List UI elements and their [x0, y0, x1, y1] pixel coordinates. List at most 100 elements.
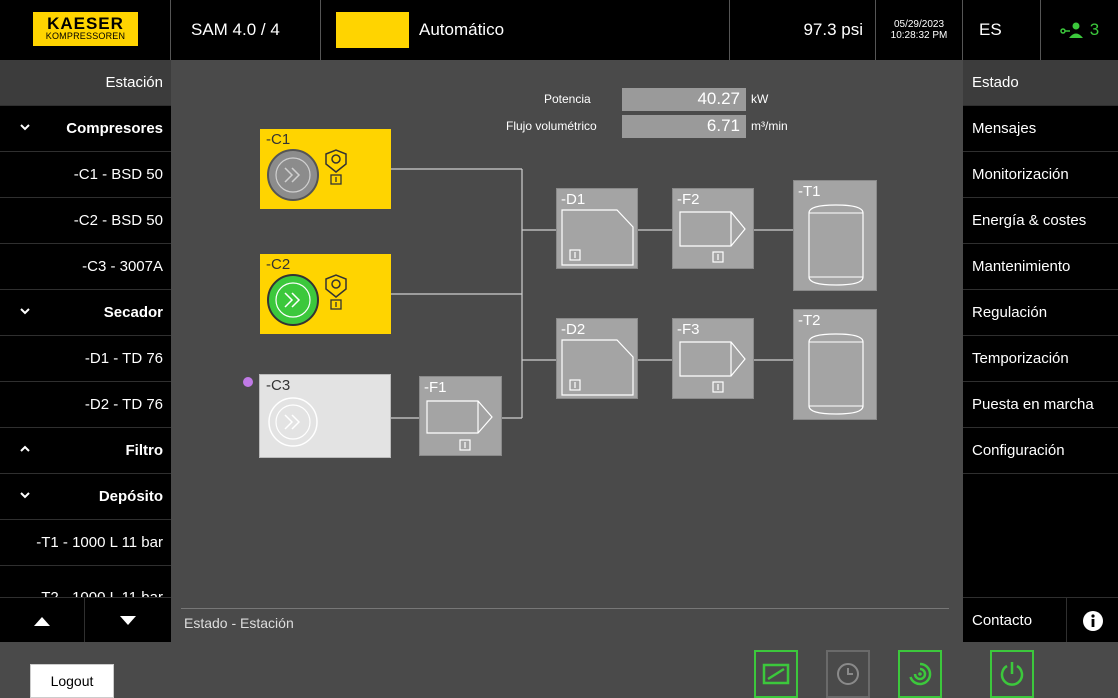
contact-row: Contacto: [963, 597, 1118, 643]
nav-item-c2[interactable]: -C2 - BSD 50: [0, 198, 171, 244]
filter-icon: [679, 211, 746, 263]
tank-icon: [808, 333, 864, 415]
nav-item-t2[interactable]: -T2 - 1000 L 11 bar: [0, 566, 171, 597]
info-icon: [1082, 610, 1103, 631]
filter-f3[interactable]: -F3: [672, 318, 754, 399]
dryer-tag: -D2: [561, 321, 586, 338]
nav-item-label: -C3 - 3007A: [82, 258, 163, 275]
menu-energia-costes[interactable]: Energía & costes: [963, 198, 1118, 244]
logout-button[interactable]: Logout: [30, 664, 114, 698]
dryer-tag: -D1: [561, 191, 586, 208]
nav-group-compressors[interactable]: Compresores: [0, 106, 171, 152]
chevron-down-icon: [20, 124, 30, 131]
tank-t2[interactable]: -T2: [793, 309, 877, 420]
scroll-up-button[interactable]: [0, 598, 85, 643]
system-cell: SAM 4.0 / 4: [171, 0, 321, 60]
station-diagram-panel: Potencia 40.27 kW Flujo volumétrico 6.71…: [171, 60, 963, 642]
nav-scroll-controls: [0, 597, 171, 643]
dryer-icon: [561, 339, 634, 396]
menu-puesta-en-marcha[interactable]: Puesta en marcha: [963, 382, 1118, 428]
top-bar: KAESER KOMPRESSOREN SAM 4.0 / 4 Automáti…: [0, 0, 1118, 60]
menu-configuracion[interactable]: Configuración: [963, 428, 1118, 474]
compressor-c3[interactable]: -C3: [259, 374, 391, 458]
remote-control-button[interactable]: [898, 650, 942, 698]
load-icon: [762, 663, 790, 685]
nav-item-t1[interactable]: -T1 - 1000 L 11 bar: [0, 520, 171, 566]
nav-item-label: -C2 - BSD 50: [73, 212, 163, 229]
scroll-down-button[interactable]: [85, 598, 170, 643]
contact-button[interactable]: Contacto: [963, 598, 1067, 643]
filter-f1[interactable]: -F1: [419, 376, 502, 456]
remote-icon: [909, 662, 932, 686]
menu-monitorizacion[interactable]: Monitorización: [963, 152, 1118, 198]
tank-t1[interactable]: -T1: [793, 180, 877, 291]
time: 10:28:32 PM: [890, 30, 948, 41]
compressor-c2[interactable]: -C2: [260, 254, 391, 334]
menu-temporizacion[interactable]: Temporización: [963, 336, 1118, 382]
nav-station-label: Estación: [105, 74, 163, 91]
users-cell[interactable]: 3: [1041, 0, 1118, 60]
left-sidebar: Estación Compresores -C1 - BSD 50 -C2 - …: [0, 60, 171, 643]
compressor-c1[interactable]: -C1: [260, 129, 391, 209]
nav-item-label: Compresores: [66, 120, 163, 137]
tank-icon: [808, 204, 864, 286]
status-divider: [181, 608, 949, 609]
menu-item-label: Mensajes: [972, 120, 1037, 137]
compressor-running-icon: [267, 274, 347, 326]
logo-line1: KAESER: [47, 14, 124, 33]
tank-tag: -T2: [798, 312, 821, 329]
language-selector: ES: [979, 20, 1002, 39]
logout-label: Logout: [50, 673, 94, 689]
filter-tag: -F1: [424, 379, 447, 396]
system-version: SAM 4.0 / 4: [191, 20, 280, 39]
nav-item-label: -T1 - 1000 L 11 bar: [36, 534, 163, 551]
filter-tag: -F3: [677, 321, 700, 338]
nav-station[interactable]: Estación: [0, 60, 171, 106]
power-button[interactable]: [990, 650, 1034, 698]
nav-item-c1[interactable]: -C1 - BSD 50: [0, 152, 171, 198]
system-pressure: 97.3 psi: [803, 20, 863, 39]
nav-item-label: Filtro: [125, 442, 164, 459]
filter-icon: [679, 341, 746, 393]
menu-item-label: Energía & costes: [972, 212, 1087, 229]
dryer-icon: [561, 209, 634, 266]
menu-estado[interactable]: Estado: [963, 60, 1118, 106]
nav-item-label: Secador: [103, 304, 163, 321]
nav-item-d1[interactable]: -D1 - TD 76: [0, 336, 171, 382]
menu-regulacion[interactable]: Regulación: [963, 290, 1118, 336]
right-sidebar: Estado Mensajes Monitorización Energía &…: [963, 60, 1118, 643]
filter-f2[interactable]: -F2: [672, 188, 754, 269]
timer-button[interactable]: [826, 650, 870, 698]
compressor-standby-icon: [267, 149, 347, 201]
nav-item-d2[interactable]: -D2 - TD 76: [0, 382, 171, 428]
nav-group-filters[interactable]: Filtro: [0, 428, 171, 474]
nav-item-label: Depósito: [98, 488, 163, 505]
dryer-d1[interactable]: -D1: [556, 188, 638, 269]
filter-icon: [426, 400, 493, 451]
info-button[interactable]: [1067, 598, 1118, 643]
triangle-up-icon: [34, 616, 50, 626]
menu-mensajes[interactable]: Mensajes: [963, 106, 1118, 152]
nav-group-dryers[interactable]: Secador: [0, 290, 171, 336]
dryer-d2[interactable]: -D2: [556, 318, 638, 399]
triangle-down-icon: [119, 615, 136, 625]
chevron-up-icon: [20, 445, 30, 452]
nav-item-label: -C1 - BSD 50: [73, 166, 163, 183]
mode-indicator: [336, 12, 409, 48]
nav-group-tanks[interactable]: Depósito: [0, 474, 171, 520]
mode-cell[interactable]: Automático: [321, 0, 730, 60]
language-cell[interactable]: ES: [963, 0, 1041, 60]
menu-item-label: Monitorización: [972, 166, 1069, 183]
logo-line2: KOMPRESSOREN: [45, 31, 126, 41]
logo-cell: KAESER KOMPRESSOREN: [0, 0, 171, 60]
chevron-down-icon: [20, 492, 30, 499]
menu-mantenimiento[interactable]: Mantenimiento: [963, 244, 1118, 290]
nav-item-c3[interactable]: -C3 - 3007A: [0, 244, 171, 290]
power-icon: [1000, 662, 1024, 686]
user-count: 3: [1089, 20, 1100, 39]
menu-item-label: Regulación: [972, 304, 1048, 321]
kaeser-logo: KAESER KOMPRESSOREN: [33, 12, 138, 46]
clock-icon: [837, 663, 859, 685]
menu-item-label: Mantenimiento: [972, 258, 1071, 275]
load-button[interactable]: [754, 650, 798, 698]
